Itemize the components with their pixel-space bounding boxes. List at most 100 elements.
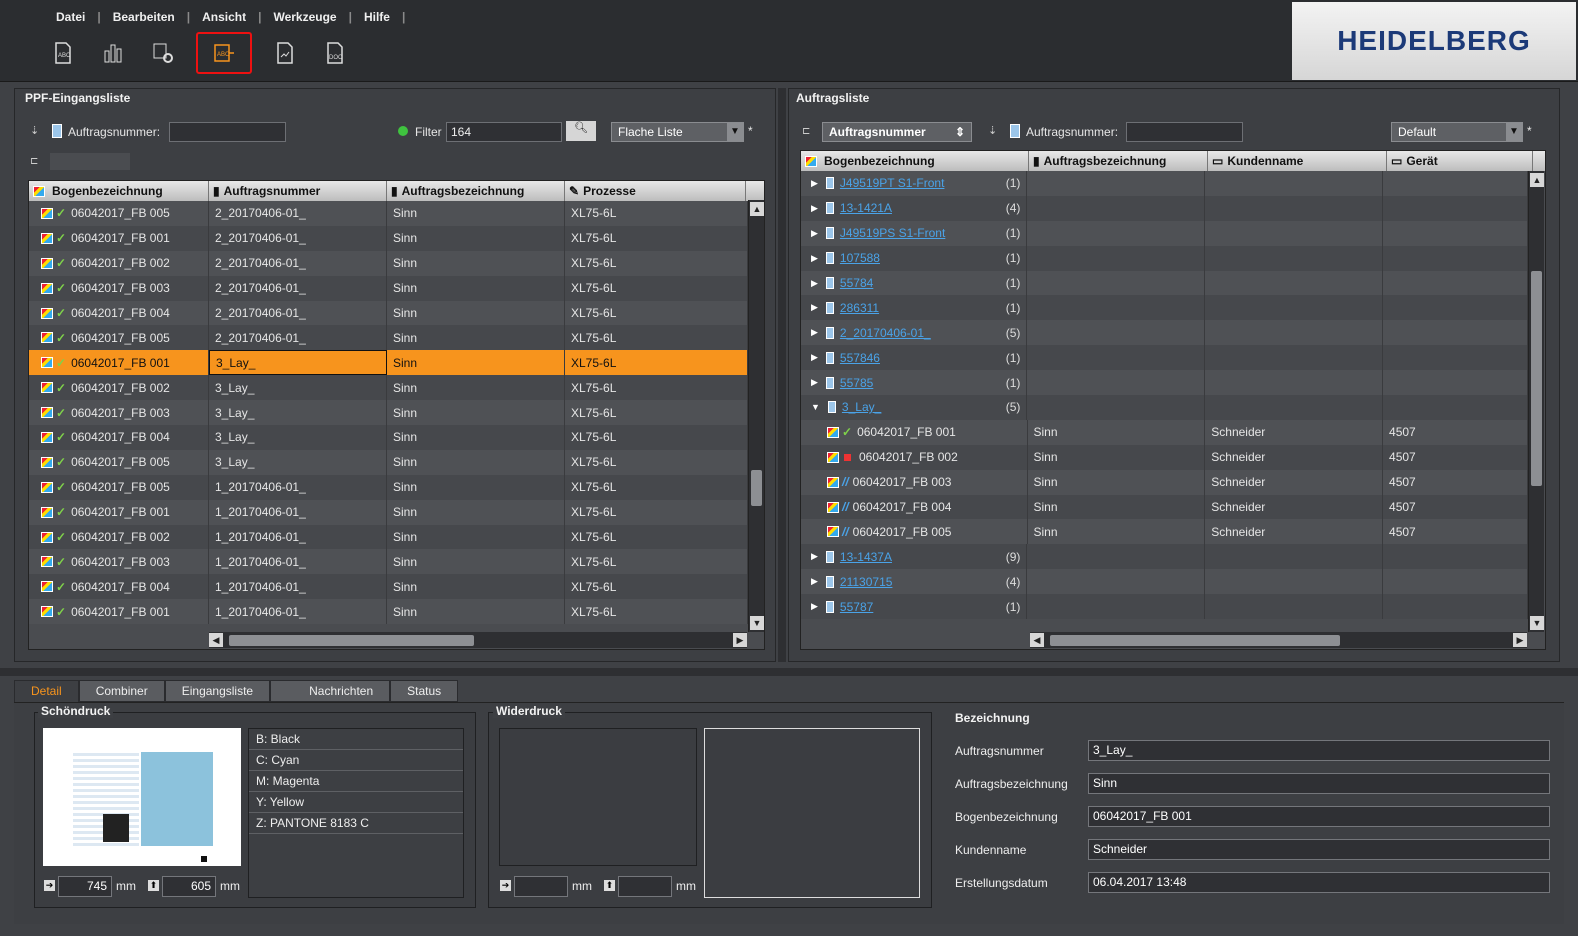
order-link[interactable]: 21130715 xyxy=(840,575,893,589)
panel-splitter[interactable] xyxy=(778,88,786,662)
designation-field[interactable]: 06042017_FB 001 xyxy=(1088,806,1550,827)
device-settings-button[interactable] xyxy=(146,34,180,72)
expand-icon[interactable]: ▶ xyxy=(811,576,818,587)
horizontal-scrollbar[interactable]: ◀ ▶ xyxy=(209,632,747,648)
order-group-row[interactable]: ▶ 286311 (1) xyxy=(801,295,1528,321)
scroll-down-icon[interactable]: ▼ xyxy=(750,616,764,630)
tab-status[interactable]: Status xyxy=(390,680,459,702)
scroll-up-icon[interactable]: ▲ xyxy=(1530,173,1544,187)
import-icon[interactable]: ⇣ xyxy=(30,124,44,138)
order-link[interactable]: 55784 xyxy=(840,276,873,290)
front-width-field[interactable]: 745 xyxy=(58,876,112,897)
order-group-row[interactable]: ▼ 3_Lay_ (5) xyxy=(801,395,1528,420)
scroll-thumb[interactable] xyxy=(751,470,762,506)
sheet-row[interactable]: //06042017_FB 004 Sinn Schneider 4507 xyxy=(801,494,1528,520)
scroll-left-icon[interactable]: ◀ xyxy=(1030,633,1044,647)
table-row[interactable]: ✓ 06042017_FB 004 3_Lay_ Sinn XL75-6L xyxy=(29,425,748,450)
search-button[interactable]: 🔍︎ xyxy=(566,121,596,141)
column-header-auftragsnummer[interactable]: ▮ Auftragsnummer xyxy=(209,181,387,201)
column-header-bogenbezeichnung[interactable]: Bogenbezeichnung xyxy=(29,181,209,201)
table-row[interactable]: ✓ 06042017_FB 002 3_Lay_ Sinn XL75-6L xyxy=(29,375,748,401)
chart-document-button[interactable] xyxy=(96,34,130,72)
table-row[interactable]: ✓ 06042017_FB 001 1_20170406-01_ Sinn XL75-6… xyxy=(29,599,748,625)
order-link[interactable]: 2_20170406-01_ xyxy=(840,326,931,340)
tab-detail[interactable]: Detail xyxy=(14,680,79,702)
filter-input[interactable]: 164 xyxy=(446,122,562,142)
menu-datei[interactable]: Datei xyxy=(44,10,97,24)
table-row[interactable]: ✓ 06042017_FB 003 1_20170406-01_ Sinn XL75-6… xyxy=(29,549,748,575)
separation-item[interactable]: M: Magenta xyxy=(249,771,463,792)
scroll-thumb[interactable] xyxy=(1050,634,1340,646)
scroll-up-icon[interactable]: ▲ xyxy=(750,202,764,216)
order-link[interactable]: 557846 xyxy=(840,351,880,365)
signed-document-button[interactable] xyxy=(268,34,302,72)
expand-icon[interactable]: ▶ xyxy=(811,601,818,612)
vertical-scrollbar[interactable]: ▲ ▼ xyxy=(748,200,764,632)
table-row[interactable]: ✓ 06042017_FB 004 2_20170406-01_ Sinn XL75-6… xyxy=(29,300,748,326)
order-group-row[interactable]: ▶ J49519PT S1-Front (1) xyxy=(801,171,1528,196)
separation-item[interactable]: Z: PANTONE 8183 C xyxy=(249,813,463,834)
expand-icon[interactable]: ▶ xyxy=(811,327,818,338)
separation-item[interactable]: C: Cyan xyxy=(249,750,463,771)
expand-icon[interactable]: ▶ xyxy=(811,302,818,313)
order-group-row[interactable]: ▶ 13-1421A (4) xyxy=(801,195,1528,221)
scroll-thumb[interactable] xyxy=(1531,271,1542,486)
order-number-input[interactable] xyxy=(169,122,286,142)
table-row[interactable]: ✓ 06042017_FB 001 2_20170406-01_ Sinn XL75-6… xyxy=(29,225,748,251)
order-link[interactable]: 13-1437A xyxy=(840,550,892,564)
designation-field[interactable]: Schneider xyxy=(1088,839,1550,860)
order-link[interactable]: 13-1421A xyxy=(840,201,892,215)
expand-icon[interactable]: ▶ xyxy=(811,377,818,388)
vertical-scrollbar[interactable]: ▲ ▼ xyxy=(1528,171,1544,632)
order-group-row[interactable]: ▶ 55785 (1) xyxy=(801,370,1528,396)
expand-icon[interactable]: ▶ xyxy=(811,203,818,214)
scroll-down-icon[interactable]: ▼ xyxy=(1530,616,1544,630)
order-group-row[interactable]: ▶ 13-1437A (9) xyxy=(801,544,1528,570)
expand-icon[interactable]: ▶ xyxy=(811,352,818,363)
table-row[interactable]: ✓ 06042017_FB 001 1_20170406-01_ Sinn XL75-6… xyxy=(29,499,748,525)
collapse-icon[interactable]: ▼ xyxy=(811,402,820,412)
order-link[interactable]: 286311 xyxy=(840,301,879,315)
scroll-right-icon[interactable]: ▶ xyxy=(733,633,747,647)
table-row[interactable]: ✓ 06042017_FB 003 2_20170406-01_ Sinn XL75-6… xyxy=(29,275,748,301)
table-row[interactable]: ✓ 06042017_FB 001 3_Lay_ Sinn XL75-6L xyxy=(29,350,748,376)
import-icon[interactable]: ⇣ xyxy=(988,124,997,137)
table-row[interactable]: ✓ 06042017_FB 002 2_20170406-01_ Sinn XL75-6… xyxy=(29,250,748,276)
order-group-row[interactable]: ▶ 2_20170406-01_ (5) xyxy=(801,320,1528,346)
abc-combine-button[interactable]: ABC xyxy=(196,32,252,74)
menu-hilfe[interactable]: Hilfe xyxy=(352,10,402,24)
tab-combiner[interactable]: Combiner xyxy=(78,680,165,702)
order-link[interactable]: 107588 xyxy=(840,251,880,265)
order-group-row[interactable]: ▶ 21130715 (4) xyxy=(801,569,1528,595)
order-group-row[interactable]: ▶ 55787 (1) xyxy=(801,594,1528,620)
designation-field[interactable]: Sinn xyxy=(1088,773,1550,794)
tree-icon[interactable]: ⊏ xyxy=(30,156,44,167)
order-number-input[interactable] xyxy=(1126,122,1243,142)
separation-item[interactable]: B: Black xyxy=(249,729,463,750)
order-link[interactable]: J49519PS S1-Front xyxy=(840,226,945,240)
menu-bearbeiten[interactable]: Bearbeiten xyxy=(101,10,187,24)
sheet-row[interactable]: //06042017_FB 005 Sinn Schneider 4507 xyxy=(801,519,1528,545)
table-row[interactable]: ✓ 06042017_FB 003 3_Lay_ Sinn XL75-6L xyxy=(29,400,748,426)
column-header-kundenname[interactable]: ▭ Kundenname xyxy=(1208,151,1387,171)
sheet-row[interactable]: //06042017_FB 003 Sinn Schneider 4507 xyxy=(801,469,1528,495)
layout-select[interactable]: Default ▼ xyxy=(1391,122,1523,142)
order-link[interactable]: 55785 xyxy=(840,376,873,390)
horizontal-scrollbar[interactable]: ◀ ▶ xyxy=(1030,632,1527,648)
order-group-row[interactable]: ▶ 55784 (1) xyxy=(801,270,1528,296)
column-header-auftragsbezeichnung[interactable]: ▮ Auftragsbezeichnung xyxy=(1029,151,1208,171)
tab-eingangsliste[interactable]: Eingangsliste xyxy=(164,680,271,702)
tree-icon[interactable]: ⊏ xyxy=(802,126,816,137)
column-header-geraet[interactable]: ▭ Gerät xyxy=(1387,151,1533,171)
table-row[interactable]: ✓ 06042017_FB 005 2_20170406-01_ Sinn XL75-6… xyxy=(29,201,748,226)
scroll-right-icon[interactable]: ▶ xyxy=(1513,633,1527,647)
table-row[interactable]: ✓ 06042017_FB 005 3_Lay_ Sinn XL75-6L xyxy=(29,449,748,475)
order-group-row[interactable]: ▶ 557846 (1) xyxy=(801,345,1528,371)
column-header-bogenbezeichnung[interactable]: Bogenbezeichnung xyxy=(801,151,1029,171)
column-header-prozesse[interactable]: ✎ Prozesse xyxy=(565,181,746,201)
expand-icon[interactable]: ▶ xyxy=(811,551,818,562)
table-row[interactable]: ✓ 06042017_FB 002 1_20170406-01_ Sinn XL75-6… xyxy=(29,524,748,550)
sheet-row[interactable]: 06042017_FB 002 Sinn Schneider 4507 xyxy=(801,444,1528,470)
separation-item[interactable]: Y: Yellow xyxy=(249,792,463,813)
order-group-row[interactable]: ▶ J49519PS S1-Front (1) xyxy=(801,220,1528,246)
